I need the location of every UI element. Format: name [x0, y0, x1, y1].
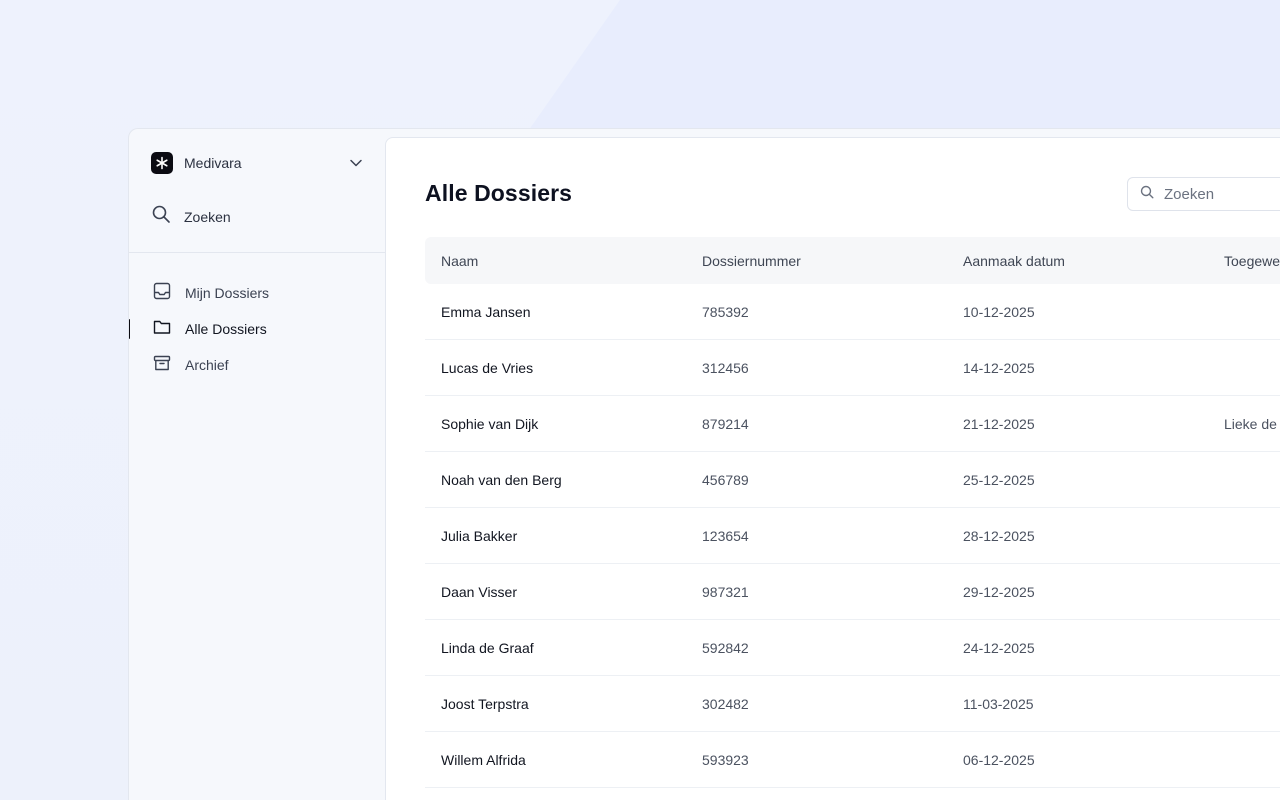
cell-dossiernummer: 302482 [702, 695, 749, 712]
search-icon [151, 204, 171, 229]
sidebar-nav: Mijn Dossiers Alle Dossiers Archief [129, 275, 385, 383]
org-switcher[interactable]: Medivara [151, 151, 363, 175]
cell-name: Joost Terpstra [441, 695, 529, 712]
sidebar-divider [129, 252, 385, 253]
inbox-icon [153, 282, 171, 305]
column-header-toegewezen[interactable]: Toegewe [1224, 253, 1280, 269]
cell-dossiernummer: 312456 [702, 359, 749, 376]
cell-dossiernummer: 879214 [702, 415, 749, 432]
active-indicator [129, 319, 130, 339]
cell-aanmaak-datum: 14-12-2025 [963, 359, 1035, 376]
org-logo-icon [151, 152, 173, 174]
search-box[interactable] [1127, 177, 1280, 211]
cell-aanmaak-datum: 24-12-2025 [963, 639, 1035, 656]
cell-name: Noah van den Berg [441, 471, 562, 488]
org-name: Medivara [184, 155, 242, 171]
cell-dossiernummer: 593923 [702, 751, 749, 768]
chevron-down-icon [349, 156, 363, 170]
folder-icon [153, 318, 171, 341]
cell-dossiernummer: 456789 [702, 471, 749, 488]
table-row[interactable]: Lucas de Vries 312456 14-12-2025 [425, 340, 1280, 396]
cell-aanmaak-datum: 10-12-2025 [963, 303, 1035, 320]
cell-name: Emma Jansen [441, 303, 531, 320]
sidebar-item-alle-dossiers[interactable]: Alle Dossiers [129, 311, 385, 347]
cell-toegewezen: Lieke de [1224, 415, 1277, 432]
table-row[interactable]: Sophie van Dijk 879214 21-12-2025 Lieke de [425, 396, 1280, 452]
dossier-table: Naam Dossiernummer Aanmaak datum Toegewe… [425, 237, 1280, 788]
sidebar-item-label: Alle Dossiers [185, 321, 267, 337]
search-input[interactable] [1162, 184, 1280, 204]
app-window: Medivara Zoeken Mijn Dossiers Alle Dossi… [128, 128, 1280, 800]
cell-aanmaak-datum: 06-12-2025 [963, 751, 1035, 768]
table-row[interactable]: Noah van den Berg 456789 25-12-2025 [425, 452, 1280, 508]
cell-dossiernummer: 123654 [702, 527, 749, 544]
page-title: Alle Dossiers [425, 180, 573, 206]
table-header: Naam Dossiernummer Aanmaak datum Toegewe [425, 237, 1280, 284]
column-header-naam[interactable]: Naam [441, 253, 478, 269]
table-row[interactable]: Joost Terpstra 302482 11-03-2025 [425, 676, 1280, 732]
table-row[interactable]: Linda de Graaf 592842 24-12-2025 [425, 620, 1280, 676]
cell-name: Willem Alfrida [441, 751, 526, 768]
cell-name: Linda de Graaf [441, 639, 534, 656]
sidebar-item-label: Mijn Dossiers [185, 285, 270, 301]
cell-aanmaak-datum: 29-12-2025 [963, 583, 1035, 600]
sidebar-item-label: Archief [185, 357, 229, 373]
table-row[interactable]: Willem Alfrida 593923 06-12-2025 [425, 732, 1280, 788]
cell-name: Julia Bakker [441, 527, 518, 544]
cell-dossiernummer: 785392 [702, 303, 749, 320]
cell-name: Lucas de Vries [441, 359, 534, 376]
cell-aanmaak-datum: 11-03-2025 [963, 695, 1034, 712]
cell-name: Sophie van Dijk [441, 415, 539, 432]
cell-aanmaak-datum: 28-12-2025 [963, 527, 1035, 544]
sidebar-item-mijn-dossiers[interactable]: Mijn Dossiers [129, 275, 385, 311]
search-icon [1140, 185, 1154, 204]
cell-dossiernummer: 987321 [702, 583, 749, 600]
table-row[interactable]: Julia Bakker 123654 28-12-2025 [425, 508, 1280, 564]
sidebar-search[interactable]: Zoeken [151, 204, 231, 229]
column-header-dossiernummer[interactable]: Dossiernummer [702, 253, 801, 269]
column-header-aanmaak-datum[interactable]: Aanmaak datum [963, 253, 1065, 269]
table-row[interactable]: Emma Jansen 785392 10-12-2025 [425, 284, 1280, 340]
cell-name: Daan Visser [441, 583, 518, 600]
sidebar: Medivara Zoeken Mijn Dossiers Alle Dossi… [129, 129, 385, 800]
cell-dossiernummer: 592842 [702, 639, 749, 656]
cell-aanmaak-datum: 25-12-2025 [963, 471, 1035, 488]
main-panel: Alle Dossiers Naam Dossiernummer Aanmaak… [385, 137, 1280, 800]
table-row[interactable]: Daan Visser 987321 29-12-2025 [425, 564, 1280, 620]
sidebar-search-label: Zoeken [184, 208, 231, 225]
cell-aanmaak-datum: 21-12-2025 [963, 415, 1035, 432]
archive-icon [153, 354, 171, 377]
sidebar-item-archief[interactable]: Archief [129, 347, 385, 383]
table-body: Emma Jansen 785392 10-12-2025 Lucas de Vrie… [425, 284, 1280, 788]
